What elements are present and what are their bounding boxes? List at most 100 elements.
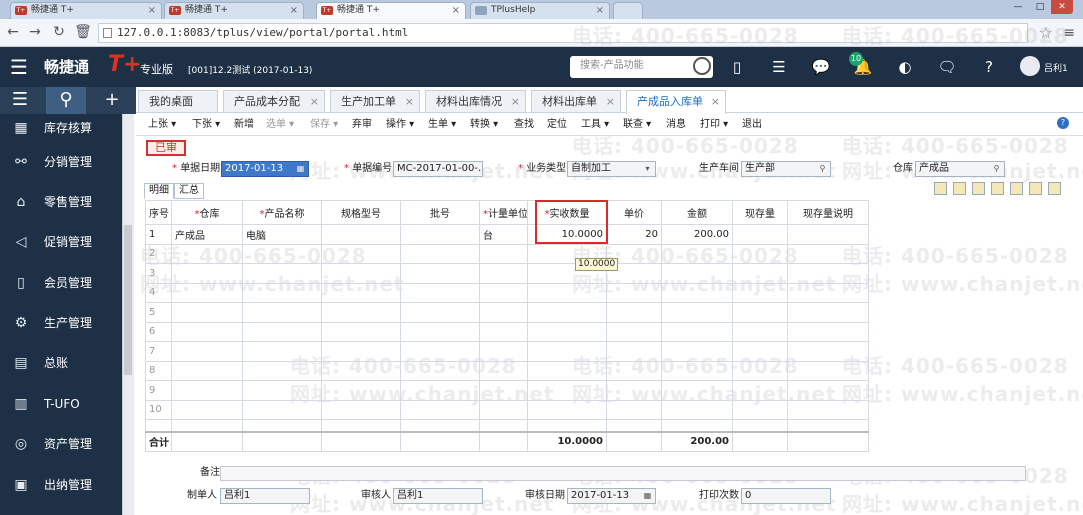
grid-cell[interactable] — [661, 282, 733, 303]
grid-cell[interactable] — [171, 341, 243, 362]
grid-cell[interactable] — [527, 360, 607, 381]
save-button[interactable]: 保存 ▾ — [310, 117, 338, 133]
tab-material-issue-status[interactable]: 材料出库情况 × — [425, 90, 526, 112]
column-header[interactable]: 现存量 — [732, 200, 788, 225]
exit-button[interactable]: 退出 — [742, 117, 762, 133]
grid-cell[interactable] — [606, 341, 662, 362]
find-button[interactable]: 查找 — [514, 117, 534, 133]
cell-batch[interactable] — [400, 224, 480, 245]
maker-field[interactable]: 吕利1 — [220, 488, 310, 504]
delete-row-icon[interactable] — [972, 182, 985, 195]
grid-cell[interactable] — [321, 263, 401, 284]
grid-cell[interactable] — [171, 282, 243, 303]
grid-cell[interactable] — [400, 321, 480, 342]
grid-cell[interactable] — [527, 399, 607, 420]
select-order-button[interactable]: 选单 ▾ — [266, 117, 294, 133]
browser-tab[interactable]: T+ 畅捷通 T+ × — [10, 2, 162, 19]
scrollbar-thumb[interactable] — [124, 225, 132, 375]
table-row[interactable]: 6 — [145, 321, 869, 342]
calendar-icon[interactable]: ▦ — [295, 163, 306, 175]
grid-cell[interactable] — [606, 360, 662, 381]
unaudit-button[interactable]: 弃审 — [352, 117, 372, 133]
grid-cell[interactable] — [321, 302, 401, 323]
find-row-icon[interactable] — [991, 182, 1004, 195]
new-tab-button[interactable] — [613, 2, 643, 19]
calendar-icon[interactable]: ▦ — [642, 490, 653, 502]
audit-date-field[interactable]: 2017-01-13 ▦ — [567, 488, 656, 504]
grid-cell[interactable] — [171, 302, 243, 323]
sidebar-item-cashier[interactable]: ▣ 出纳管理 — [0, 465, 122, 505]
grid-cell[interactable] — [661, 302, 733, 323]
grid-cell[interactable] — [242, 282, 322, 303]
table-row[interactable]: 3 — [145, 263, 869, 284]
grid-cell[interactable] — [479, 263, 528, 284]
grid-cell[interactable] — [321, 282, 401, 303]
search-icon[interactable] — [693, 57, 711, 75]
grid-cell[interactable] — [479, 321, 528, 342]
grid-cell[interactable] — [787, 282, 869, 303]
window-close-icon[interactable]: ✕ — [1051, 0, 1073, 14]
cell-unit[interactable]: 台 — [479, 224, 528, 245]
cell-warehouse[interactable]: 产成品 — [171, 224, 243, 245]
back-icon[interactable]: ← — [4, 23, 22, 41]
chat-icon[interactable]: 🗨 — [936, 56, 958, 78]
sidebar-item-t-ufo[interactable]: ▥ T-UFO — [0, 384, 122, 424]
grid-cell[interactable] — [661, 399, 733, 420]
grid-cell[interactable] — [400, 302, 480, 323]
grid-cell[interactable] — [661, 321, 733, 342]
grid-cell[interactable] — [787, 341, 869, 362]
column-header[interactable]: 现存量说明 — [787, 200, 869, 225]
locate-button[interactable]: 定位 — [547, 117, 567, 133]
grid-cell[interactable] — [527, 341, 607, 362]
service-icon[interactable]: ◐ — [894, 56, 916, 78]
grid-cell[interactable] — [400, 380, 480, 401]
grid-cell[interactable] — [787, 360, 869, 381]
sidebar-item-ledger[interactable]: ▤ 总账 — [0, 343, 122, 383]
user-name[interactable]: 吕利1 — [1044, 61, 1068, 74]
new-button[interactable]: 新增 — [234, 117, 254, 133]
auditor-field[interactable]: 吕利1 — [393, 488, 483, 504]
grid-cell[interactable] — [171, 321, 243, 342]
column-header[interactable]: *仓库 — [171, 200, 243, 225]
grid-cell[interactable] — [787, 243, 869, 264]
close-icon[interactable]: × — [452, 3, 460, 18]
grid-cell[interactable] — [171, 380, 243, 401]
browser-tab-active[interactable]: T+ 畅捷通 T+ × — [316, 2, 466, 19]
column-header[interactable]: 单价 — [606, 200, 662, 225]
document-code-field[interactable]: MC-2017-01-00-... — [393, 161, 483, 177]
lookup-icon[interactable]: ⚲ — [991, 163, 1002, 175]
sidebar-item-production[interactable]: ⚙ 生产管理 — [0, 303, 122, 343]
table-row[interactable]: 4 — [145, 282, 869, 303]
grid-cell[interactable] — [661, 341, 733, 362]
insert-row-icon[interactable] — [953, 182, 966, 195]
grid-cell[interactable] — [606, 282, 662, 303]
sidebar-item-retail[interactable]: ⌂ 零售管理 — [0, 182, 122, 222]
grid-cell[interactable] — [400, 243, 480, 264]
sidebar-item-promotion[interactable]: ◁ 促销管理 — [0, 222, 122, 262]
grid-cell[interactable] — [606, 302, 662, 323]
linked-query-button[interactable]: 联查 ▾ — [623, 117, 651, 133]
table-row[interactable]: 1 产成品 电脑 台 10.0000 20 200.00 — [145, 224, 869, 245]
remark-field[interactable] — [220, 466, 1026, 481]
tab-finished-goods-receipt[interactable]: 产成品入库单 × — [626, 90, 726, 114]
grid-cell[interactable] — [787, 263, 869, 284]
close-icon[interactable]: × — [606, 91, 615, 112]
cell-stock-note[interactable] — [787, 224, 869, 245]
message-icon[interactable]: 💬 — [810, 56, 832, 78]
table-row[interactable]: 7 — [145, 341, 869, 362]
grid-cell[interactable] — [732, 282, 788, 303]
next-record-button[interactable]: 下张 ▾ — [192, 117, 220, 133]
grid-cell[interactable] — [479, 302, 528, 323]
grid-cell[interactable] — [606, 321, 662, 342]
grid-cell[interactable] — [787, 399, 869, 420]
grid-cell[interactable] — [479, 399, 528, 420]
column-header[interactable]: *计量单位 — [479, 200, 528, 225]
chevron-down-icon[interactable]: ▾ — [642, 163, 653, 175]
table-row[interactable]: 10 — [145, 399, 869, 420]
tools-button[interactable]: 工具 ▾ — [581, 117, 609, 133]
grid-cell[interactable] — [732, 321, 788, 342]
grid-cell[interactable] — [479, 341, 528, 362]
browser-tab[interactable]: TPlusHelp × — [470, 2, 610, 19]
browser-menu-icon[interactable]: ≡ — [1063, 24, 1075, 42]
cell-stock[interactable] — [732, 224, 788, 245]
